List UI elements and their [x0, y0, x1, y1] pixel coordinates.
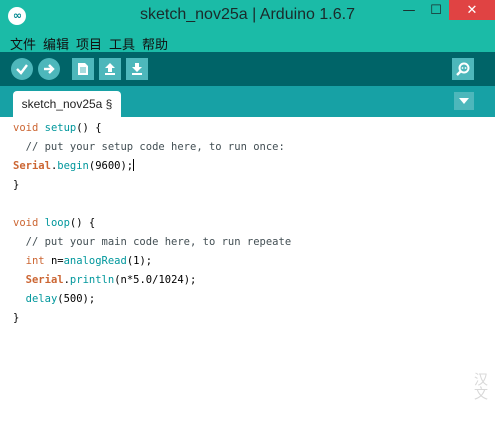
code-token: () { [69, 217, 96, 229]
code-token: () { [76, 122, 102, 134]
code-token: // put your setup code here, to run once… [13, 141, 285, 153]
new-icon [78, 63, 88, 75]
code-line[interactable]: int n=analogRead(1); [13, 252, 152, 271]
code-token: setup [44, 122, 77, 134]
code-editor[interactable]: void setup() { // put your setup code he… [0, 117, 495, 427]
upload-button[interactable] [38, 58, 60, 80]
upload-icon [44, 64, 55, 74]
code-token: // put your main code here, to run repea… [13, 236, 292, 248]
code-line[interactable]: Serial.begin(9600); [13, 157, 135, 176]
code-token: (9600); [88, 160, 134, 172]
serial-monitor-icon [456, 62, 470, 76]
code-line[interactable]: void loop() { [13, 214, 95, 233]
code-line[interactable]: Serial.println(n*5.0/1024); [13, 271, 197, 290]
tab-sketch[interactable]: sketch_nov25a § [13, 91, 121, 117]
close-button[interactable]: ✕ [449, 0, 495, 20]
title-bar: ∞ sketch_nov25a | Arduino 1.6.7 — ☐ ✕ [0, 0, 495, 32]
code-token: } [13, 312, 20, 324]
minimize-button[interactable]: — [396, 0, 422, 20]
code-token: int [25, 255, 45, 267]
code-token: delay [25, 293, 58, 305]
menu-tools[interactable]: 工具 [109, 34, 135, 53]
menu-help[interactable]: 帮助 [142, 34, 168, 53]
code-token: println [69, 274, 115, 286]
tab-menu-button[interactable] [454, 92, 474, 110]
toolbar [0, 52, 495, 86]
code-token: void [13, 122, 39, 134]
code-token: void [13, 217, 39, 229]
save-icon [132, 63, 142, 75]
code-token: (1); [126, 255, 153, 267]
code-line[interactable]: void setup() { [13, 119, 102, 138]
code-line[interactable]: } [13, 309, 19, 328]
code-line[interactable]: // put your setup code here, to run once… [13, 138, 285, 157]
open-button[interactable] [99, 58, 121, 80]
code-token: analogRead [63, 255, 127, 267]
watermark: 汉文 [472, 372, 488, 400]
code-line[interactable]: delay(500); [13, 290, 96, 309]
code-token: loop [44, 217, 70, 229]
save-button[interactable] [126, 58, 148, 80]
menu-edit[interactable]: 编辑 [43, 34, 69, 53]
code-token: (500); [57, 293, 96, 305]
serial-monitor-button[interactable] [452, 58, 474, 80]
code-token: begin [57, 160, 89, 172]
verify-button[interactable] [11, 58, 33, 80]
maximize-button[interactable]: ☐ [423, 0, 449, 20]
tab-strip: sketch_nov25a § [0, 86, 495, 117]
code-token: (n*5.0/1024); [114, 274, 197, 286]
chevron-down-icon [459, 98, 469, 104]
code-token: Serial [13, 160, 51, 172]
new-button[interactable] [72, 58, 94, 80]
code-line[interactable]: } [13, 176, 19, 195]
menu-bar: 文件 编辑 项目 工具 帮助 [0, 32, 495, 52]
code-line[interactable]: // put your main code here, to run repea… [13, 233, 292, 252]
text-cursor [133, 159, 135, 171]
open-icon [105, 63, 115, 75]
menu-file[interactable]: 文件 [10, 34, 36, 53]
verify-icon [16, 64, 28, 75]
menu-sketch[interactable]: 项目 [76, 34, 102, 53]
code-token: n= [44, 255, 64, 267]
code-token: } [13, 179, 20, 191]
code-token: Serial [25, 274, 64, 286]
